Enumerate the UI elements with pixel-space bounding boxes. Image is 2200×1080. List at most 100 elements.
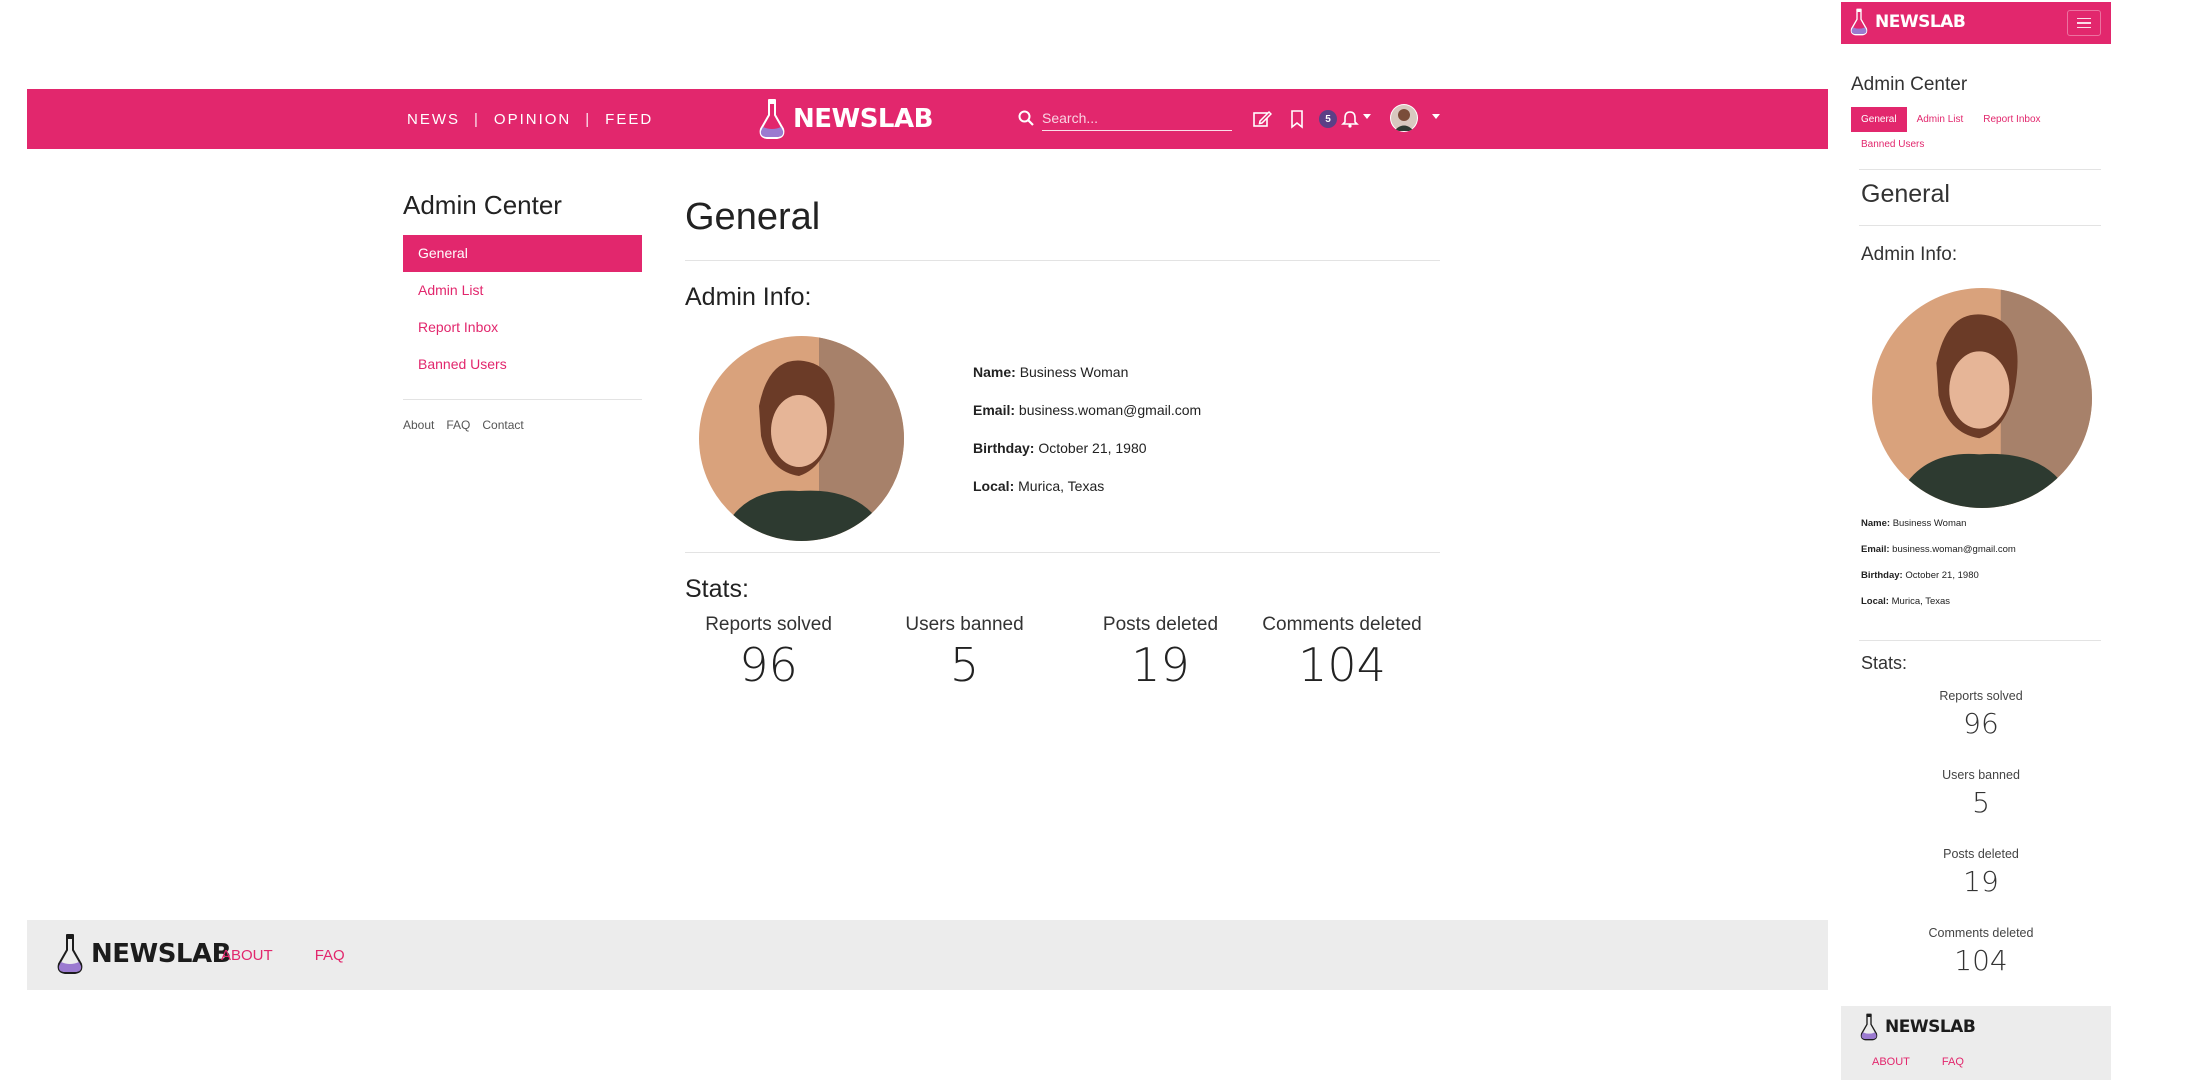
stat-posts-deleted: Posts deleted 19 <box>1077 614 1244 692</box>
field-birthday: Birthday: October 21, 1980 <box>973 440 1201 478</box>
field-local: Local: Murica, Texas <box>1861 596 2016 622</box>
tab-admin-list[interactable]: Admin List <box>1907 107 1974 132</box>
brand-name: NEWSLAB <box>1875 12 1966 32</box>
field-value: Business Woman <box>1892 518 1967 529</box>
field-label: Local: <box>973 478 1015 494</box>
field-name: Name: Business Woman <box>1861 518 2016 544</box>
brand-logo[interactable]: NEWSLAB <box>1849 6 1966 38</box>
field-label: Local: <box>1861 596 1889 607</box>
brand-logo[interactable]: NEWSLAB <box>757 95 933 143</box>
admin-sidebar: Admin Center General Admin List Report I… <box>403 190 642 432</box>
stat-value: 104 <box>1298 638 1386 692</box>
field-label: Name: <box>973 364 1016 380</box>
stat-comments-deleted: Comments deleted 104 <box>1861 926 2101 1005</box>
bell-icon[interactable] <box>1340 109 1360 129</box>
stat-label: Comments deleted <box>1928 926 2034 940</box>
tab-report-inbox[interactable]: Report Inbox <box>1973 107 2050 132</box>
nav-link-opinion[interactable]: OPINION <box>494 111 571 128</box>
field-label: Birthday: <box>973 440 1035 456</box>
notification-badge: 5 <box>1319 110 1337 128</box>
stat-value: 104 <box>1954 944 2008 977</box>
main-content: General Admin Info: Name: Business Woman… <box>685 190 1440 692</box>
admin-info-title: Admin Info: <box>685 283 812 311</box>
sidebar-item-report-inbox[interactable]: Report Inbox <box>403 309 642 346</box>
chevron-down-icon[interactable] <box>1363 114 1371 119</box>
footer-links: ABOUT FAQ <box>1872 1056 1964 1068</box>
edit-icon[interactable] <box>1252 109 1272 129</box>
bookmark-icon[interactable] <box>1287 109 1307 129</box>
field-value: Murica, Texas <box>1891 596 1951 607</box>
field-label: Name: <box>1861 518 1891 529</box>
page-title: General <box>685 196 821 238</box>
search-input[interactable] <box>1042 105 1232 131</box>
stat-reports-solved: Reports solved 96 <box>1861 689 2101 768</box>
menu-icon[interactable] <box>2067 10 2101 36</box>
field-email: Email: business.woman@gmail.com <box>973 402 1201 440</box>
stat-value: 5 <box>949 638 980 692</box>
flask-logo-icon <box>759 99 785 139</box>
field-value: business.woman@gmail.com <box>1892 544 2016 555</box>
footer-brand[interactable]: NEWSLAB <box>1859 1012 1976 1042</box>
stat-reports-solved: Reports solved 96 <box>685 614 852 692</box>
stat-users-banned: Users banned 5 <box>1861 768 2101 847</box>
profile-photo <box>699 336 904 541</box>
sidebar-item-admin-list[interactable]: Admin List <box>403 272 642 309</box>
footer-link-faq[interactable]: FAQ <box>315 947 345 964</box>
top-navbar: NEWS | OPINION | FEED NEWSLAB Search... … <box>27 89 1828 149</box>
mobile-view: NEWSLAB Admin Center General Admin List … <box>1841 0 2111 1080</box>
admin-info-title: Admin Info: <box>1861 244 1958 265</box>
mobile-navbar: NEWSLAB <box>1841 2 2111 44</box>
stat-label: Users banned <box>1942 768 2020 782</box>
field-value: Business Woman <box>1019 364 1129 380</box>
footer-brand[interactable]: NEWSLAB <box>55 932 231 976</box>
desktop-view: NEWS | OPINION | FEED NEWSLAB Search... … <box>27 0 1828 1080</box>
stat-comments-deleted: Comments deleted 104 <box>1244 614 1440 692</box>
stats-list: Reports solved 96 Users banned 5 Posts d… <box>1861 689 2101 1005</box>
divider <box>685 552 1440 553</box>
page-footer: NEWSLAB ABOUT FAQ <box>1841 1006 2111 1080</box>
sidebar-item-general[interactable]: General <box>403 235 642 272</box>
sidebar-title: Admin Center <box>403 190 562 220</box>
divider <box>1859 225 2101 226</box>
field-name: Name: Business Woman <box>973 364 1201 402</box>
profile-photo <box>1872 288 2092 508</box>
stats-title: Stats: <box>685 575 749 603</box>
flask-logo-icon <box>1850 8 1868 36</box>
flask-logo-icon <box>57 934 83 974</box>
footer-link-about[interactable]: ABOUT <box>221 947 273 964</box>
stats-title: Stats: <box>1861 653 1908 673</box>
footer-link-faq[interactable]: FAQ <box>1942 1056 1964 1068</box>
chevron-down-icon[interactable] <box>1432 114 1440 119</box>
sidebar-item-banned-users[interactable]: Banned Users <box>403 346 642 383</box>
field-local: Local: Murica, Texas <box>973 478 1201 516</box>
footer-link-about[interactable]: About <box>403 418 434 432</box>
search-bar <box>1018 105 1232 131</box>
field-value: Murica, Texas <box>1018 478 1105 494</box>
page-title: General <box>1861 180 1950 208</box>
stat-label: Posts deleted <box>1943 847 2019 861</box>
stat-users-banned: Users banned 5 <box>852 614 1077 692</box>
nav-link-feed[interactable]: FEED <box>605 111 653 128</box>
tab-banned-users[interactable]: Banned Users <box>1851 132 1934 157</box>
divider <box>685 260 1440 261</box>
field-label: Email: <box>973 402 1016 418</box>
avatar-image <box>1391 105 1417 131</box>
brand-name: NEWSLAB <box>793 104 933 134</box>
avatar[interactable] <box>1390 104 1418 132</box>
divider <box>1859 640 2101 641</box>
field-email: Email: business.woman@gmail.com <box>1861 544 2016 570</box>
brand-name: NEWSLAB <box>1885 1017 1976 1037</box>
footer-link-contact[interactable]: Contact <box>482 418 523 432</box>
footer-link-faq[interactable]: FAQ <box>446 418 470 432</box>
footer-links: ABOUT FAQ <box>221 920 345 990</box>
field-value: October 21, 1980 <box>1905 570 1979 581</box>
mobile-admin-tabs: General Admin List Report Inbox Banned U… <box>1851 107 2101 157</box>
stat-value: 5 <box>1972 786 1990 819</box>
field-birthday: Birthday: October 21, 1980 <box>1861 570 2016 596</box>
stat-label: Reports solved <box>705 614 832 635</box>
stat-label: Posts deleted <box>1102 614 1219 635</box>
tab-general[interactable]: General <box>1851 107 1907 132</box>
footer-link-about[interactable]: ABOUT <box>1872 1056 1910 1068</box>
nav-link-news[interactable]: NEWS <box>407 111 460 128</box>
field-value: business.woman@gmail.com <box>1018 402 1202 418</box>
